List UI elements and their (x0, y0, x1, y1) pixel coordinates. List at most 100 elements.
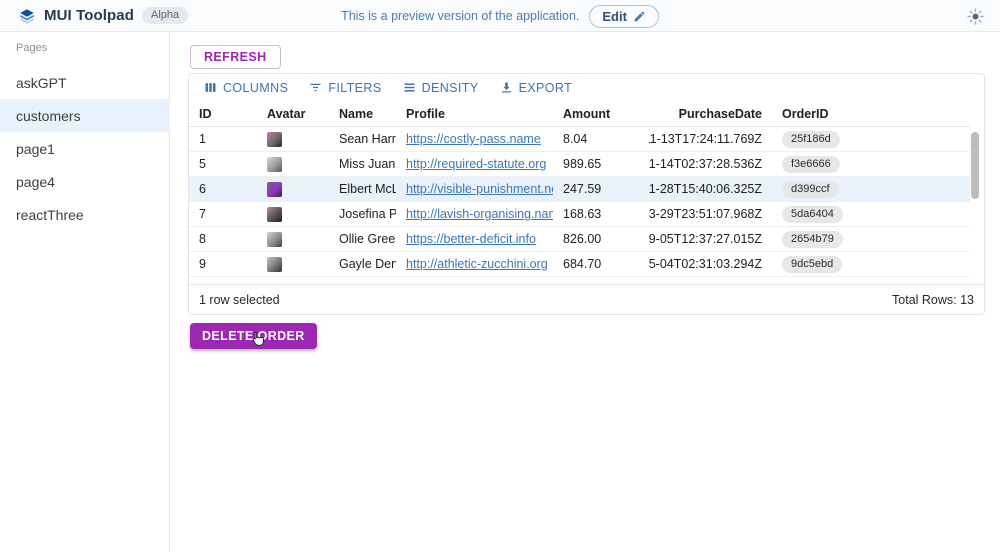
table-row[interactable]: 1 Sean Harris https://costly-pass.name 8… (189, 127, 970, 152)
sidebar-item-customers[interactable]: customers (0, 99, 170, 132)
cell-purchase-date: 2086-09-05T12:37:27.015Z (649, 227, 772, 251)
cell-name: Gayle Den... (329, 252, 396, 276)
cell-profile: http://required-statute.org (396, 152, 553, 176)
order-id-chip: d399ccf (782, 181, 839, 198)
refresh-button[interactable]: REFRESH (190, 45, 281, 69)
grid-rows: 1 Sean Harris https://costly-pass.name 8… (189, 127, 970, 284)
column-header-purchasedate[interactable]: PurchaseDate (649, 101, 772, 126)
light-mode-sun-icon[interactable] (967, 8, 984, 25)
cell-name: Ollie Green... (329, 227, 396, 251)
alpha-badge: Alpha (142, 7, 188, 24)
column-header-id[interactable]: ID (189, 101, 257, 126)
cell-avatar (257, 227, 329, 251)
cell-purchase-date: 2045-01-28T15:40:06.325Z (649, 177, 772, 201)
column-header-amount[interactable]: Amount (553, 101, 649, 126)
filters-button-label: FILTERS (328, 81, 381, 95)
cell-profile: http://athletic-zucchini.org (396, 252, 553, 276)
order-id-chip: 2654b79 (782, 231, 843, 248)
sidebar-item-page4[interactable]: page4 (0, 165, 170, 198)
filters-button[interactable]: FILTERS (300, 77, 389, 98)
sidebar-item-askgpt[interactable]: askGPT (0, 66, 170, 99)
data-grid: COLUMNS FILTERS DENSITY EXPORT ID Avatar… (188, 73, 985, 315)
density-lines-icon (402, 80, 417, 95)
cell-purchase-date: 2088-05-04T02:31:03.294Z (649, 252, 772, 276)
order-id-chip: 9dc5ebd (782, 256, 842, 273)
sidebar-section-label: Pages (16, 42, 47, 54)
cell-id: 7 (189, 202, 257, 226)
density-button[interactable]: DENSITY (394, 77, 487, 98)
column-header-name[interactable]: Name (329, 101, 396, 126)
cell-profile: http://lavish-organising.name (396, 202, 553, 226)
profile-link[interactable]: http://required-statute.org (406, 157, 546, 171)
vertical-scrollbar-thumb[interactable] (971, 132, 979, 199)
table-row[interactable]: 9 Gayle Den... http://athletic-zucchini.… (189, 252, 970, 277)
cell-id: 1 (189, 127, 257, 151)
profile-link[interactable]: http://lavish-organising.name (406, 207, 553, 221)
profile-link[interactable]: http://athletic-zucchini.org (406, 257, 548, 271)
table-row[interactable]: 5 Miss Juan ... http://required-statute.… (189, 152, 970, 177)
columns-button[interactable]: COLUMNS (195, 77, 296, 98)
cell-amount: 826.00 (553, 227, 649, 251)
cell-profile: https://costly-pass.name (396, 127, 553, 151)
column-header-avatar[interactable]: Avatar (257, 101, 329, 126)
sidebar-item-page1[interactable]: page1 (0, 132, 170, 165)
grid-header-row: ID Avatar Name Profile Amount PurchaseDa… (189, 101, 970, 127)
cell-name: Sean Harris (329, 127, 396, 151)
cell-profile: https://better-deficit.info (396, 227, 553, 251)
edit-button-label: Edit (602, 9, 627, 24)
cell-order-id: 25f186d (772, 127, 970, 151)
edit-button[interactable]: Edit (589, 5, 659, 28)
profile-link[interactable]: http://visible-punishment.net (406, 182, 553, 196)
cell-avatar (257, 252, 329, 276)
export-button-label: EXPORT (519, 81, 573, 95)
cell-avatar (257, 127, 329, 151)
avatar-image (267, 157, 282, 172)
order-id-chip: 25f186d (782, 131, 840, 148)
column-header-orderid[interactable]: OrderID (772, 101, 970, 126)
sidebar: Pages askGPT customers page1 page4 react… (0, 32, 170, 552)
order-id-chip: 5da6404 (782, 206, 843, 223)
cell-order-id: 5da6404 (772, 202, 970, 226)
order-id-chip: f3e6666 (782, 156, 840, 173)
table-row[interactable]: 8 Ollie Green... https://better-deficit.… (189, 227, 970, 252)
cell-id: 5 (189, 152, 257, 176)
cell-id: 9 (189, 252, 257, 276)
profile-link[interactable]: https://costly-pass.name (406, 132, 541, 146)
columns-button-label: COLUMNS (223, 81, 288, 95)
table-row-selected[interactable]: 6 Elbert McL... http://visible-punishmen… (189, 177, 970, 202)
cell-amount: 247.59 (553, 177, 649, 201)
density-button-label: DENSITY (422, 81, 479, 95)
grid-toolbar: COLUMNS FILTERS DENSITY EXPORT (189, 74, 984, 101)
cell-amount: 684.70 (553, 252, 649, 276)
export-button[interactable]: EXPORT (491, 77, 581, 98)
table-row[interactable]: 7 Josefina P... http://lavish-organising… (189, 202, 970, 227)
pencil-icon (633, 10, 646, 23)
cell-name: Elbert McL... (329, 177, 396, 201)
app-header: MUI Toolpad Alpha This is a preview vers… (0, 0, 1000, 32)
filter-list-icon (308, 80, 323, 95)
preview-notice: This is a preview version of the applica… (341, 9, 579, 23)
app-title: MUI Toolpad (44, 7, 134, 24)
avatar-image (267, 207, 282, 222)
cell-amount: 8.04 (553, 127, 649, 151)
column-header-profile[interactable]: Profile (396, 101, 553, 126)
cell-purchase-date: 2076-03-29T23:51:07.968Z (649, 202, 772, 226)
download-icon (499, 80, 514, 95)
cell-name: Miss Juan ... (329, 152, 396, 176)
cell-avatar (257, 152, 329, 176)
cell-order-id: f3e6666 (772, 152, 970, 176)
total-rows: Total Rows: 13 (892, 293, 974, 307)
avatar-image (267, 132, 282, 147)
cell-amount: 989.65 (553, 152, 649, 176)
partial-row (189, 277, 970, 284)
avatar-image (267, 182, 282, 197)
cell-amount: 168.63 (553, 202, 649, 226)
profile-link[interactable]: https://better-deficit.info (406, 232, 536, 246)
sidebar-item-reactthree[interactable]: reactThree (0, 198, 170, 231)
avatar-image (267, 257, 282, 272)
brand: MUI Toolpad Alpha (18, 7, 188, 25)
sidebar-nav: askGPT customers page1 page4 reactThree (0, 66, 170, 231)
delete-order-button[interactable]: DELETE ORDER (190, 323, 317, 349)
grid-footer: 1 row selected Total Rows: 13 (189, 284, 984, 314)
selection-status: 1 row selected (199, 293, 280, 307)
